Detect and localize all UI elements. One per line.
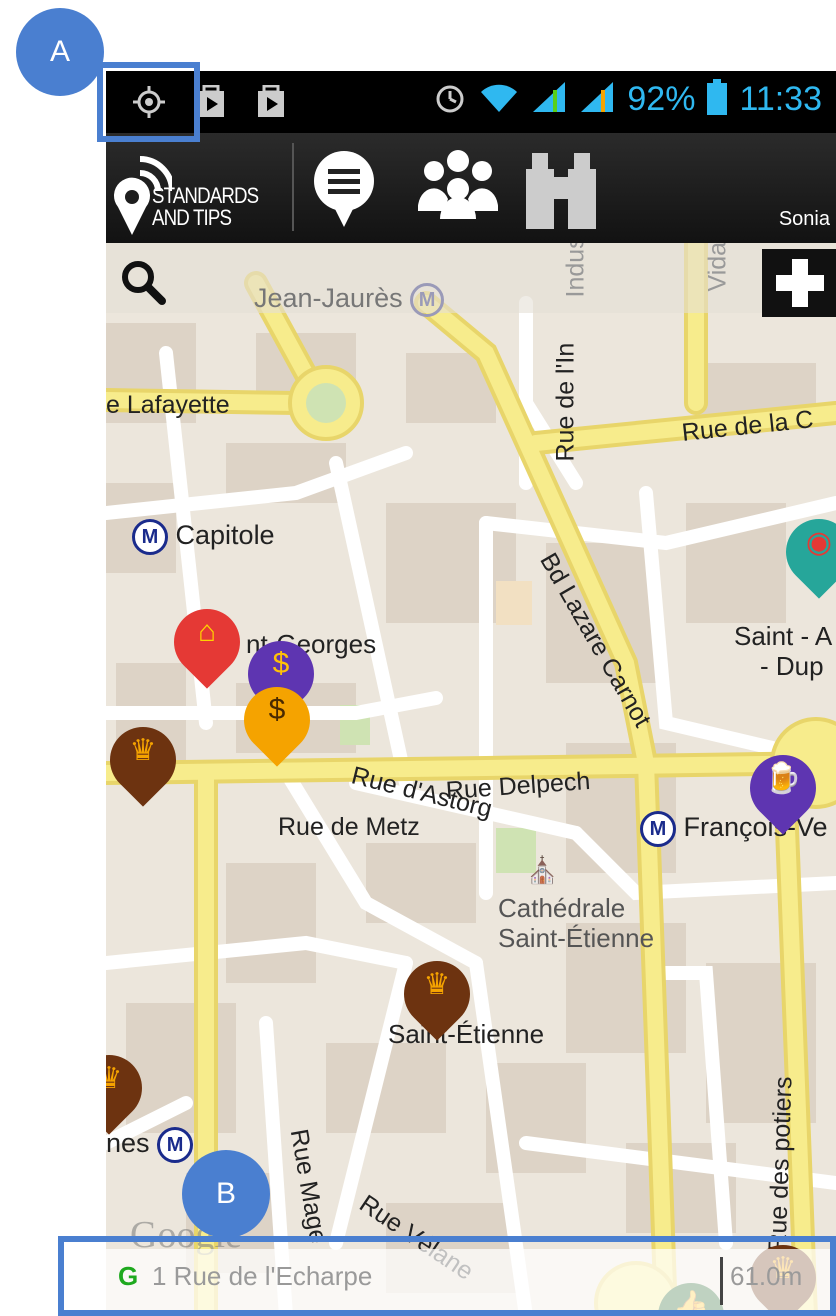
chef-icon: ♛: [423, 968, 451, 1001]
place-saint-aubin: Saint - A: [734, 621, 833, 651]
road-vidal: Vidal: [703, 243, 732, 292]
road-lafayette: e Lafayette: [106, 391, 230, 419]
zoom-in-button[interactable]: [762, 249, 836, 317]
user-name[interactable]: Sonia: [779, 208, 830, 231]
community-icon[interactable]: [417, 149, 499, 224]
callout-b: B: [182, 1150, 270, 1238]
metro-station-jean-jaures[interactable]: Jean-Jaurès M: [254, 283, 445, 317]
poi-marker-restaurant-3[interactable]: ♛: [106, 1041, 156, 1143]
road-rue-de-metz: Rue de Metz: [278, 813, 420, 841]
callout-a: A: [16, 8, 104, 96]
road-rue-de-lin: Rue de l'In: [551, 342, 580, 462]
wifi-icon: [479, 80, 519, 119]
status-bar: 92% 11:33: [106, 71, 836, 133]
road-industrie: Industri: [561, 243, 590, 298]
poi-marker-hotel[interactable]: ⌂: [160, 595, 254, 697]
bag-icon: [256, 84, 286, 124]
metro-station-capitole[interactable]: M Capitole: [132, 519, 275, 555]
metro-icon: M: [640, 811, 676, 847]
binoculars-icon[interactable]: [526, 149, 596, 234]
highlight-bottom-bar: [58, 1236, 836, 1316]
place-dupuy: - Dup: [760, 651, 824, 681]
eye-icon: ◉: [805, 526, 833, 559]
clock: 11:33: [739, 80, 822, 118]
chef-icon: ♛: [106, 1062, 123, 1095]
appbar-divider: [292, 143, 294, 231]
poi-marker-restaurant[interactable]: ♛: [106, 713, 190, 815]
alarm-icon: [433, 80, 467, 119]
plus-icon: [776, 259, 824, 307]
hotel-icon: ⌂: [197, 615, 217, 648]
app-bar: STANDARDS AND TIPS Sonia: [106, 133, 836, 243]
battery-icon: [707, 79, 728, 120]
metro-icon: M: [157, 1127, 194, 1163]
place-cathedrale-line1: Cathédrale: [498, 893, 626, 923]
battery-percent: 92%: [627, 80, 696, 118]
highlight-location-icon: [97, 62, 200, 142]
chef-icon: ♛: [129, 734, 157, 767]
beer-icon: 🍺: [764, 762, 802, 795]
poi-marker-sightseeing[interactable]: ◉: [772, 505, 836, 607]
media-icon: [196, 84, 226, 124]
poi-marker-restaurant-2[interactable]: ♛: [390, 947, 484, 1049]
poi-marker-savings[interactable]: $: [230, 673, 324, 775]
money-icon: $: [272, 647, 290, 680]
metro-icon: M: [410, 283, 445, 317]
phone-screen: 92% 11:33 STANDARDS AND TIPS Sonia Jean-…: [106, 71, 836, 1316]
church-icon: ⛪: [526, 855, 559, 885]
signal-icon-2: [579, 80, 615, 119]
road-rue-des-potiers: Rue des potiers: [763, 1075, 798, 1252]
app-logo[interactable]: STANDARDS AND TIPS: [112, 143, 288, 235]
signal-icon: [531, 80, 567, 119]
poi-marker-bar[interactable]: 🍺: [736, 741, 830, 843]
metro-icon: M: [132, 519, 168, 555]
place-cathedrale-line2: Saint-Étienne: [498, 923, 655, 953]
piggy-bank-icon: $: [268, 693, 286, 726]
chat-icon[interactable]: [312, 149, 376, 234]
logo-text: STANDARDS AND TIPS: [152, 183, 259, 230]
